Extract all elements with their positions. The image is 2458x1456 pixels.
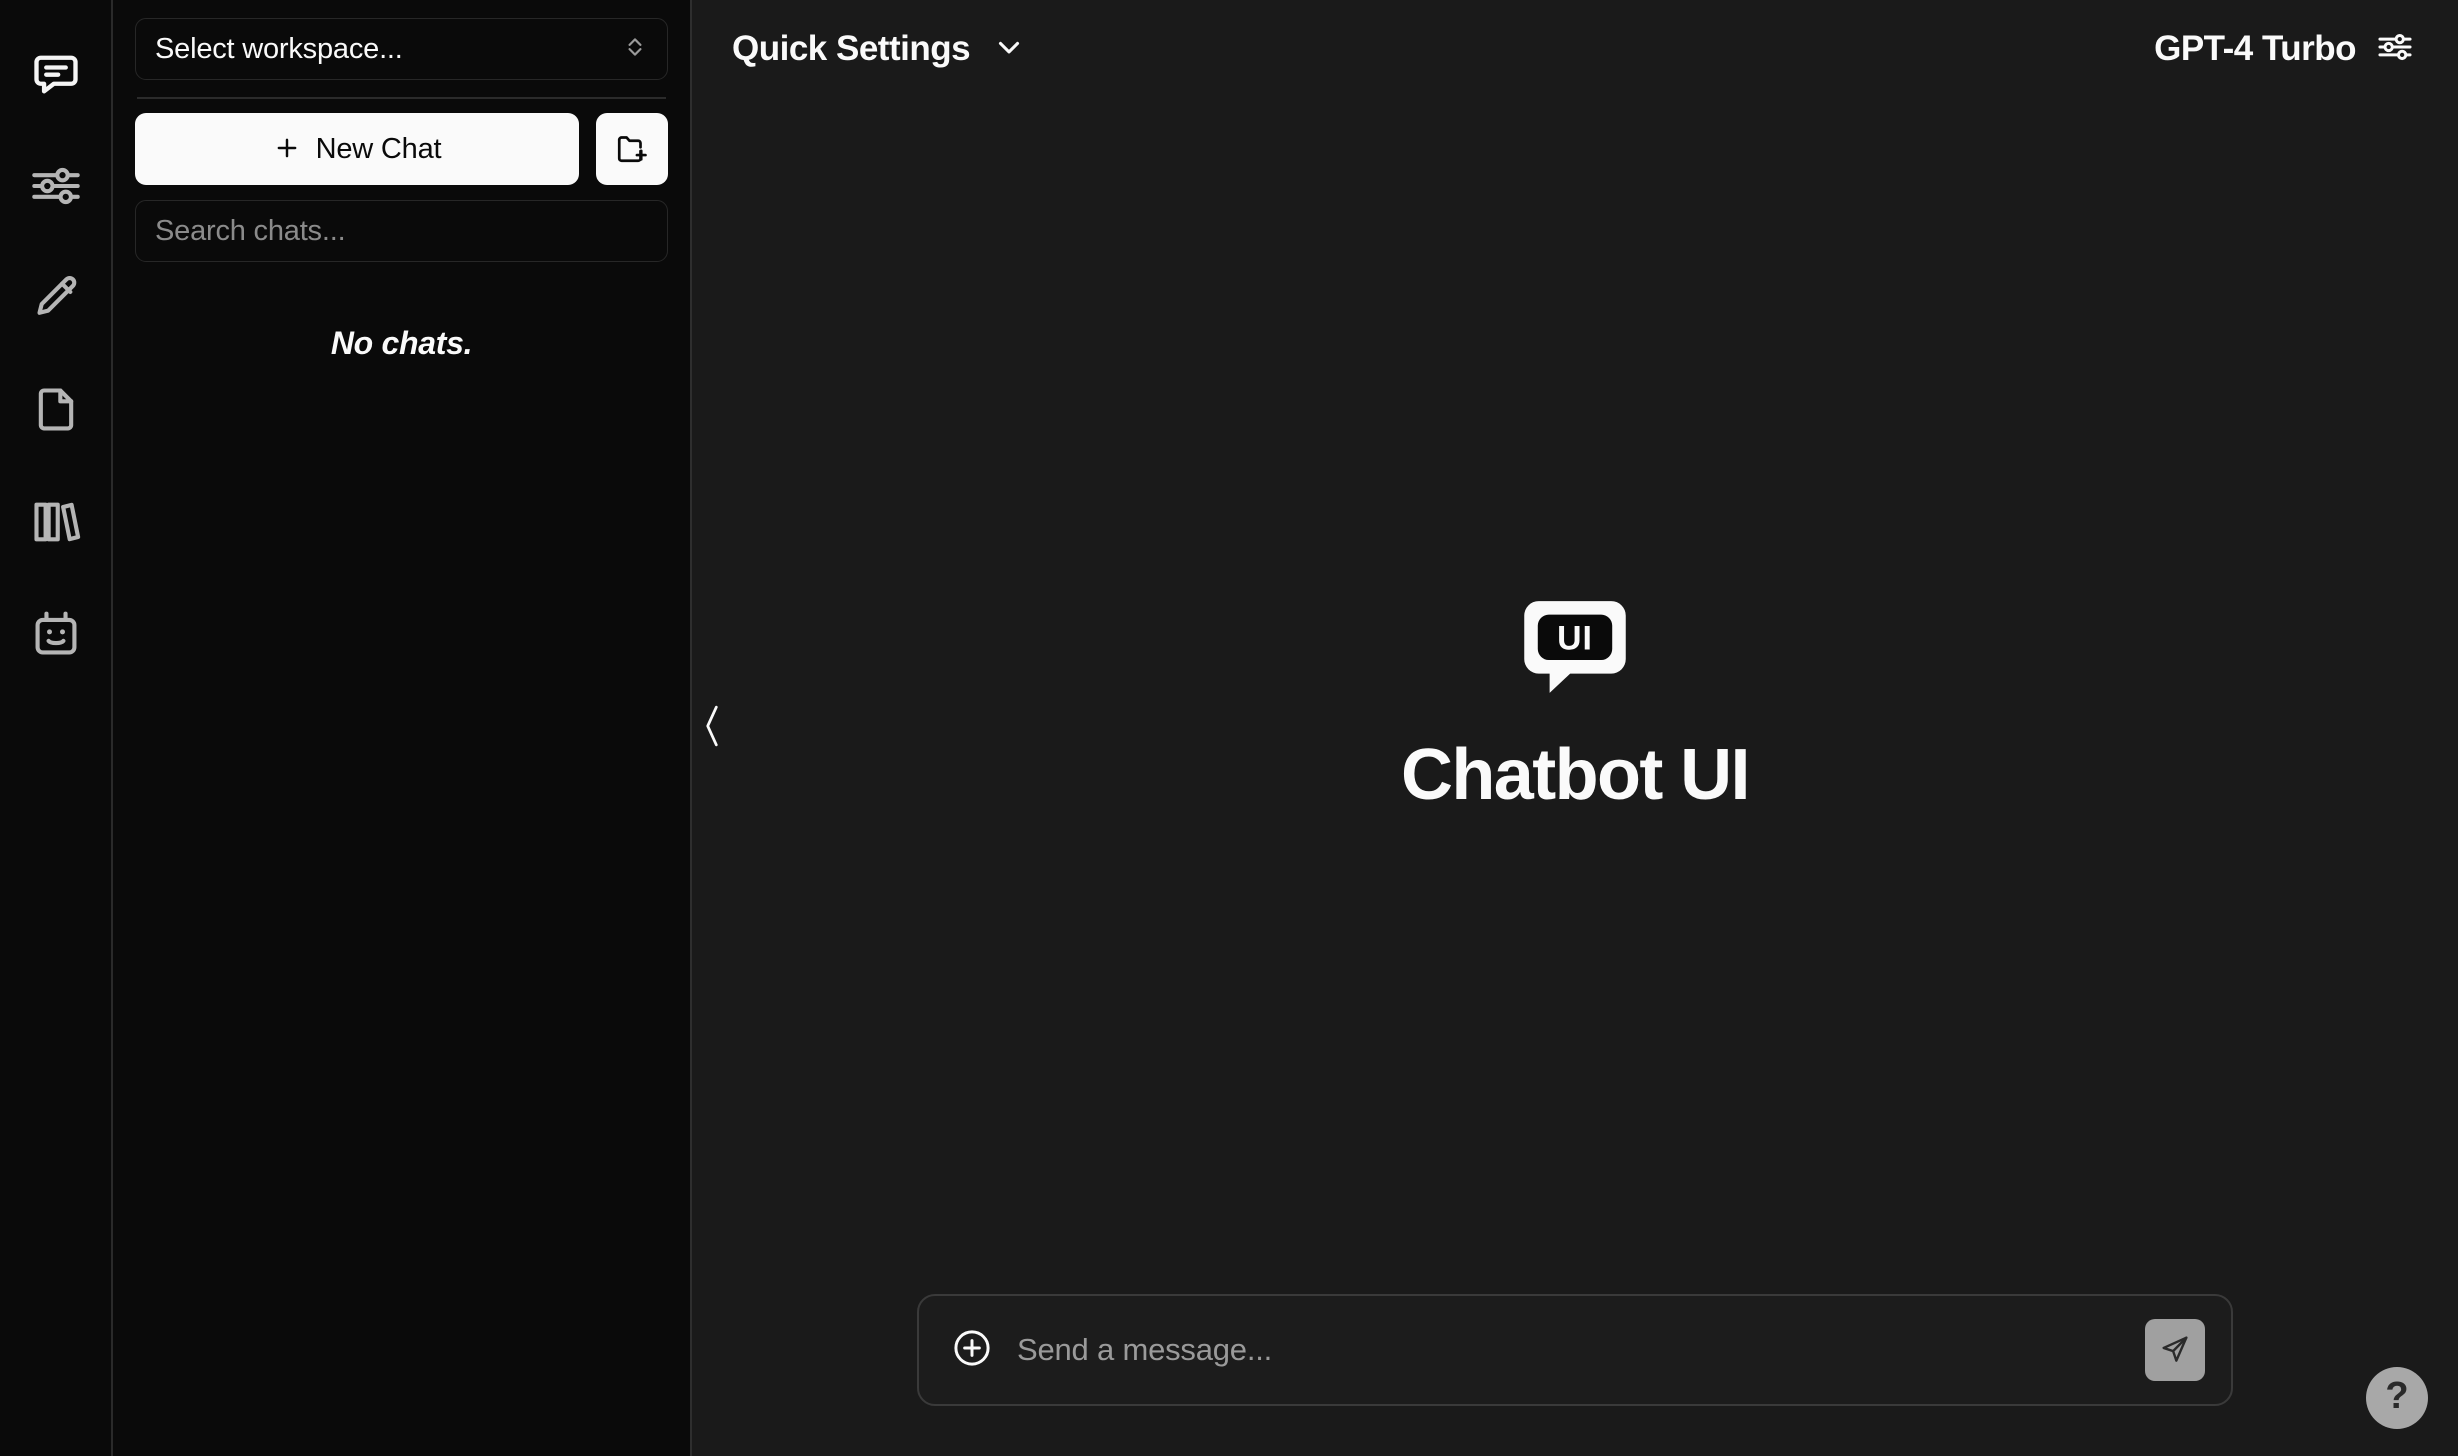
- message-input[interactable]: [1017, 1332, 2145, 1368]
- send-plane-icon: [2159, 1333, 2191, 1368]
- new-chat-label: New Chat: [315, 132, 442, 165]
- brand-title: Chatbot UI: [1401, 734, 1751, 815]
- model-selector[interactable]: GPT-4 Turbo: [2154, 28, 2414, 71]
- quick-settings-button[interactable]: Quick Settings: [732, 29, 1026, 69]
- new-folder-button[interactable]: [596, 113, 668, 185]
- svg-text:UI: UI: [1557, 619, 1593, 657]
- icon-rail: [0, 0, 113, 1456]
- chat-icon: [30, 48, 82, 100]
- sidebar-collapse-handle[interactable]: [692, 693, 732, 763]
- help-button[interactable]: ?: [2366, 1367, 2428, 1429]
- pencil-icon: [30, 272, 82, 324]
- app-root: Select workspace... New Chat Search chat…: [0, 0, 2458, 1456]
- empty-chat-stage: UI Chatbot UI: [692, 98, 2458, 1456]
- quick-settings-label: Quick Settings: [732, 29, 971, 68]
- chevron-down-icon: [992, 30, 1026, 69]
- sidebar-divider: [137, 97, 666, 99]
- chatbot-ui-logo: UI: [1517, 589, 1633, 710]
- composer-wrap: [692, 1294, 2458, 1406]
- send-button[interactable]: [2145, 1319, 2205, 1381]
- sidebar-item-files[interactable]: [13, 354, 99, 466]
- workspace-selector-label: Select workspace...: [155, 32, 403, 65]
- search-input[interactable]: [155, 214, 648, 248]
- workspace-selector[interactable]: Select workspace...: [135, 18, 668, 80]
- new-chat-row: New Chat: [135, 113, 668, 185]
- folder-plus-icon: [615, 131, 649, 168]
- search-chats-box[interactable]: [135, 200, 668, 262]
- sidebar-item-prompts[interactable]: [13, 242, 99, 354]
- chevron-left-icon: [699, 702, 725, 755]
- sidebar-item-assistants[interactable]: [13, 578, 99, 690]
- plus-icon: [273, 134, 301, 165]
- file-icon: [30, 384, 82, 436]
- sidebar-item-collections[interactable]: [13, 466, 99, 578]
- message-composer: [917, 1294, 2233, 1406]
- chevron-up-down-icon: [622, 34, 648, 65]
- robot-icon: [30, 608, 82, 660]
- main-header: Quick Settings GPT-4 Turbo: [692, 0, 2458, 98]
- empty-chats-message: No chats.: [330, 325, 473, 361]
- sidebar-item-presets[interactable]: [13, 130, 99, 242]
- sidebar-item-chats[interactable]: [13, 18, 99, 130]
- sliders-icon: [2376, 28, 2414, 71]
- sliders-icon: [30, 160, 82, 212]
- books-icon: [30, 496, 82, 548]
- model-selector-label: GPT-4 Turbo: [2154, 29, 2356, 68]
- new-chat-button[interactable]: New Chat: [135, 113, 579, 185]
- chat-list-panel: Select workspace... New Chat Search chat…: [113, 0, 692, 1456]
- main-chat-area: Quick Settings GPT-4 Turbo UI Chatbot UI…: [692, 0, 2458, 1456]
- circle-plus-icon[interactable]: [951, 1327, 993, 1374]
